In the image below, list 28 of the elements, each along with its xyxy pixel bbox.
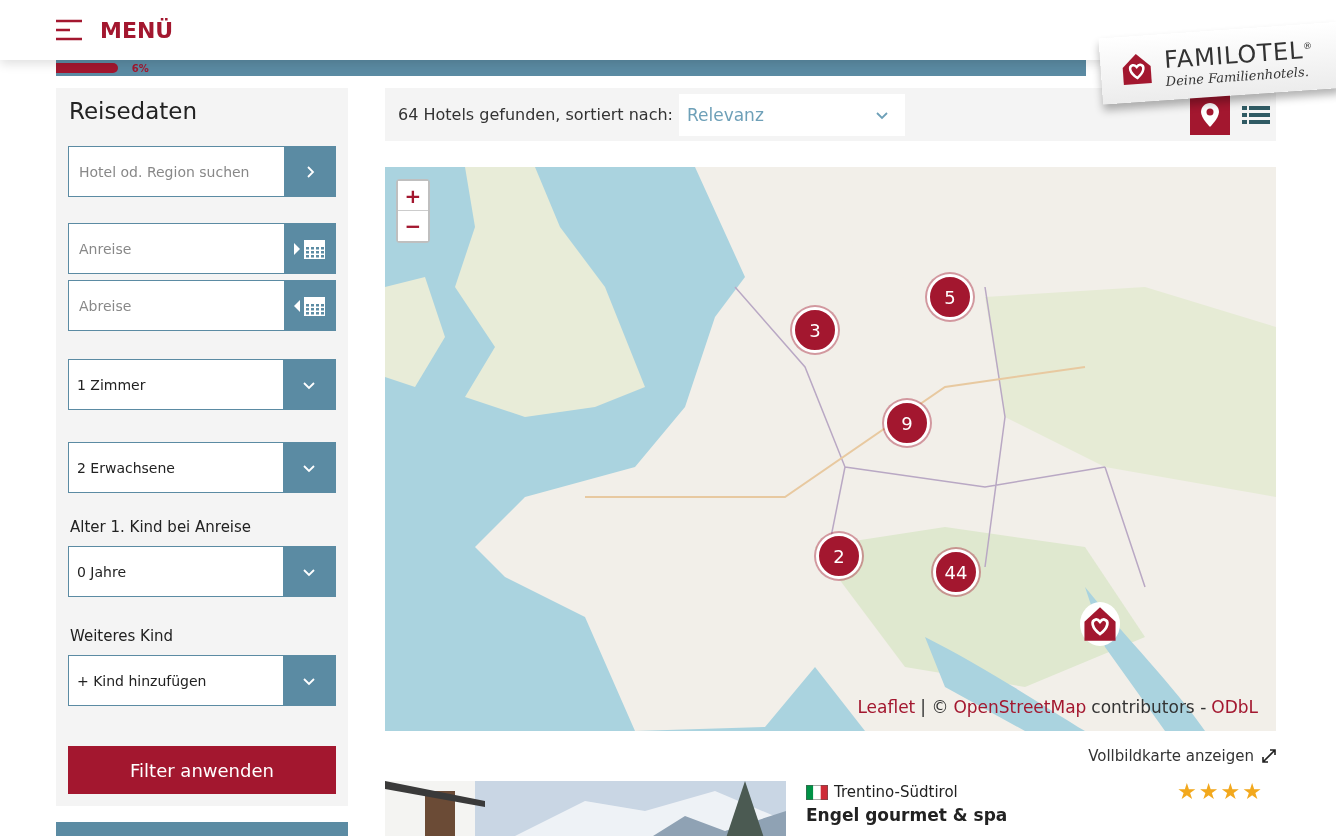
select-field[interactable]: 0 Jahre xyxy=(68,546,336,597)
fullscreen-map-link[interactable]: Vollbildkarte anzeigen xyxy=(1088,747,1254,765)
hotel-region: Trentino-Südtirol xyxy=(834,783,958,801)
leaflet-link[interactable]: Leaflet xyxy=(857,697,916,717)
date-field[interactable]: Abreise xyxy=(68,280,284,331)
select-field[interactable]: 1 Zimmer xyxy=(68,359,336,410)
zoom-in-button[interactable]: + xyxy=(398,181,428,211)
attribution-text: contributors - xyxy=(1091,697,1207,717)
apply-filter-button[interactable]: Filter anwenden xyxy=(68,746,336,794)
results-summary: 64 Hotels gefunden, sortiert nach: xyxy=(398,105,673,124)
star-icon: ★ xyxy=(1220,781,1241,803)
progress-reading: 6% xyxy=(131,62,149,74)
select-field[interactable]: + Kind hinzufügen xyxy=(68,655,336,706)
field-label: Weiteres Kind xyxy=(70,627,175,645)
menu-button[interactable]: MENÜ xyxy=(56,17,174,43)
openstreetmap-link[interactable]: OpenStreetMap xyxy=(953,697,1087,717)
hotel-name[interactable]: Engel gourmet & spa xyxy=(806,805,1276,825)
star-icon: ★ xyxy=(1242,781,1262,803)
attribution-text: | © xyxy=(920,697,949,717)
select-field[interactable]: 2 Erwachsene xyxy=(68,442,336,493)
sidebar-title: Reisedaten xyxy=(69,98,199,124)
field-label: Alter 1. Kind bei Anreise xyxy=(70,518,253,536)
star-icon: ★ xyxy=(1198,781,1219,803)
map[interactable]: + − 3 5 9 2 44 Leaflet | © OpenStreetMap contributors - ODbL xyxy=(385,167,1276,731)
date-field[interactable]: Anreise xyxy=(68,223,284,274)
search-field[interactable]: Hotel od. Region suchen xyxy=(68,146,284,197)
star-icon: ★ xyxy=(1177,781,1197,803)
license-link[interactable]: ODbL xyxy=(1211,697,1258,717)
